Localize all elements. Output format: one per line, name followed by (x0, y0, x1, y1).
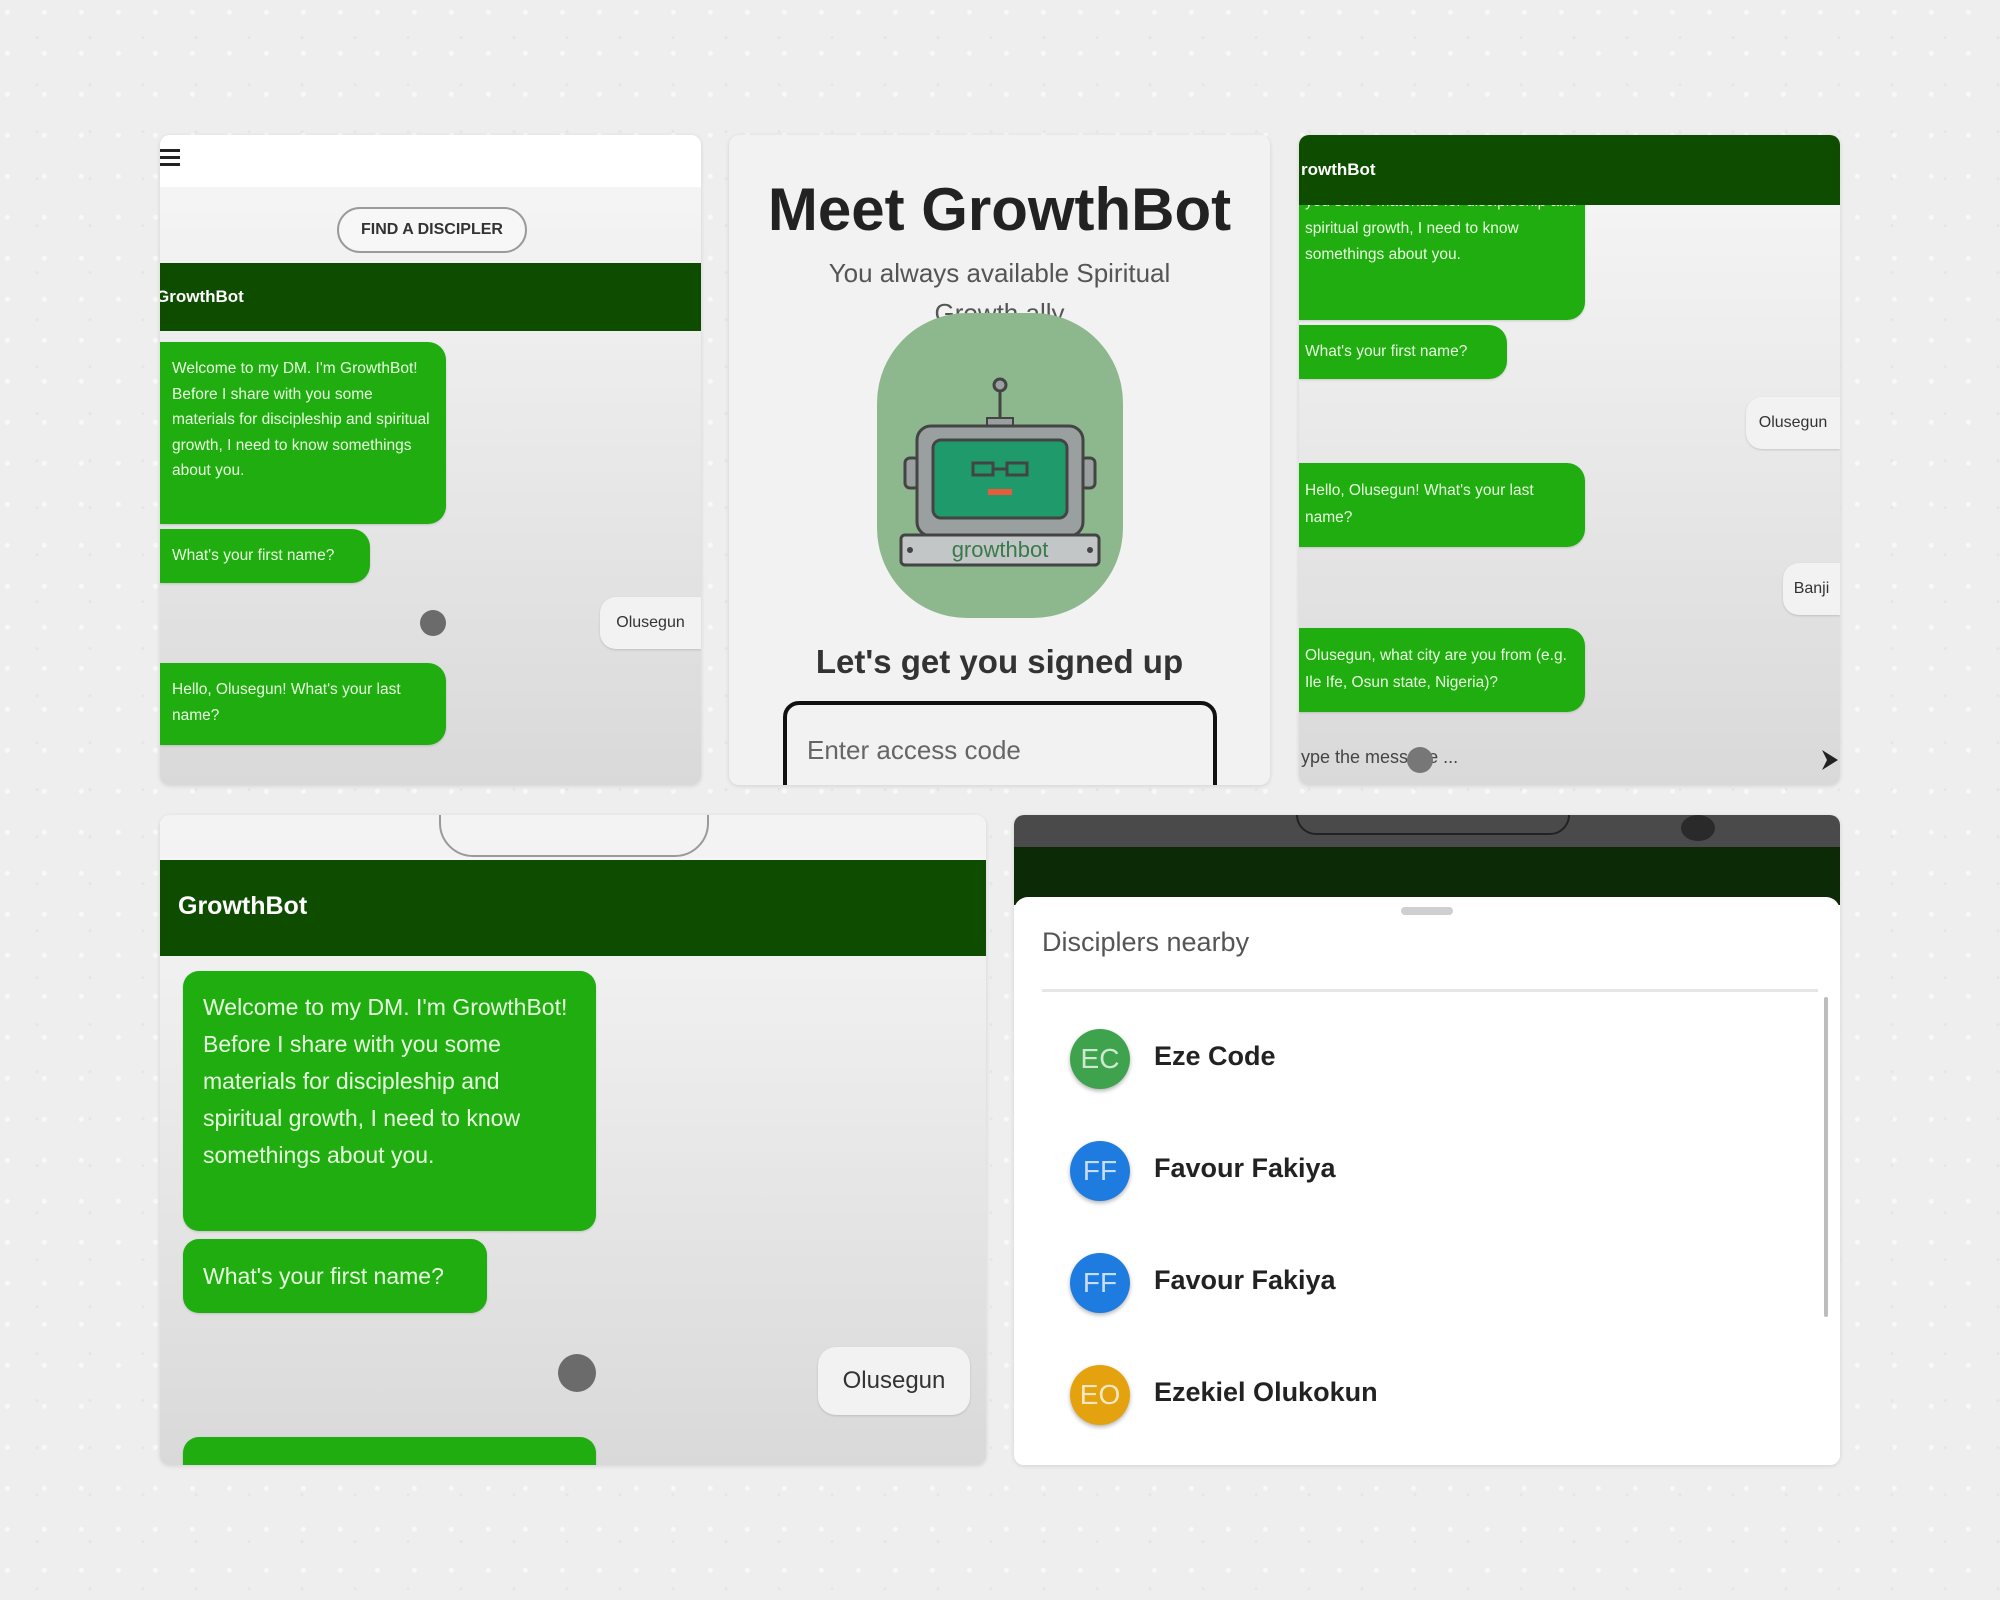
bot-message-welcome: Welcome to my DM. I'm GrowthBot! Before … (160, 342, 446, 524)
list-item[interactable]: EC Eze Code (1014, 1017, 1814, 1117)
user-message-first-name: Olusegun (1746, 397, 1840, 449)
disciplers-screen: Disciplers nearby EC Eze Code FF Favour … (1014, 815, 1840, 1465)
top-bar (160, 135, 701, 187)
send-arrow-icon[interactable] (1820, 747, 1840, 778)
list-item[interactable]: FF Favour Fakiya (1014, 1129, 1814, 1229)
avatar: FF (1070, 1141, 1130, 1201)
app-bar-title: rowthBot (1299, 135, 1840, 205)
sheet-title: Disciplers nearby (1042, 927, 1250, 957)
bot-message-last-name: Hello, Olusegun! What's your last name? (160, 663, 446, 745)
typing-indicator-dot (558, 1354, 596, 1392)
hamburger-menu-icon[interactable] (160, 145, 182, 169)
chat-screen-1: FIND A DISCIPLER GrowthBot Welcome to my… (160, 135, 701, 785)
bot-message-city: Olusegun, what city are you from (e.g. I… (1299, 628, 1585, 712)
bottom-sheet: Disciplers nearby EC Eze Code FF Favour … (1014, 897, 1840, 1465)
avatar: FF (1070, 1253, 1130, 1313)
chat-screen-3: GrowthBot Welcome to my DM. I'm GrowthBo… (160, 815, 986, 1465)
list-item[interactable]: EO Ezekiel Olukokun (1014, 1353, 1814, 1453)
bot-message-first-name: What's your first name? (1299, 325, 1507, 379)
dimmed-background (1014, 815, 1840, 905)
bot-message-first-name: What's your first name? (183, 1239, 487, 1313)
bot-message-welcome: Welcome to my DM. I'm GrowthBot! Before … (183, 971, 596, 1231)
robot-caption: growthbot (951, 537, 1049, 562)
divider (1042, 989, 1818, 992)
access-code-placeholder: Enter access code (807, 735, 1021, 765)
discipler-name: Ezekiel Olukokun (1154, 1377, 1378, 1407)
message-input[interactable]: ype the message ... (1299, 735, 1840, 785)
bot-message-welcome-partial: you some materials for discipleship and … (1299, 187, 1585, 320)
app-bar-title: GrowthBot (160, 263, 701, 331)
drag-handle[interactable] (1401, 907, 1453, 915)
find-discipler-button[interactable] (439, 815, 709, 857)
typing-indicator-dot (420, 610, 446, 636)
signup-screen: Meet GrowthBot You always available Spir… (729, 135, 1270, 785)
robot-illustration: growthbot (877, 313, 1123, 618)
discipler-name: Favour Fakiya (1154, 1265, 1336, 1295)
avatar: EO (1070, 1365, 1130, 1425)
signup-subheading: Let's get you signed up (815, 643, 1184, 680)
user-message-first-name: Olusegun (818, 1347, 970, 1415)
typing-indicator-dot (1407, 747, 1433, 773)
user-message-last-name: Banji (1783, 563, 1840, 615)
bot-message-last-name-partial (183, 1437, 596, 1465)
user-message-first-name: Olusegun (600, 597, 701, 649)
app-bar-title: GrowthBot (160, 860, 986, 956)
message-input-placeholder: ype the message ... (1301, 747, 1459, 767)
bot-message-first-name: What's your first name? (160, 529, 370, 583)
bot-message-last-name: Hello, Olusegun! What's your last name? (1299, 463, 1585, 547)
page-title: Meet GrowthBot (767, 176, 1232, 243)
discipler-name: Eze Code (1154, 1041, 1276, 1071)
scrollbar[interactable] (1824, 997, 1828, 1317)
avatar: EC (1070, 1029, 1130, 1089)
list-item[interactable]: FF Favour Fakiya (1014, 1241, 1814, 1341)
chat-screen-2: you some materials for discipleship and … (1299, 135, 1840, 785)
discipler-name: Favour Fakiya (1154, 1153, 1336, 1183)
access-code-input[interactable]: Enter access code (783, 701, 1217, 785)
find-discipler-button[interactable]: FIND A DISCIPLER (337, 207, 527, 253)
